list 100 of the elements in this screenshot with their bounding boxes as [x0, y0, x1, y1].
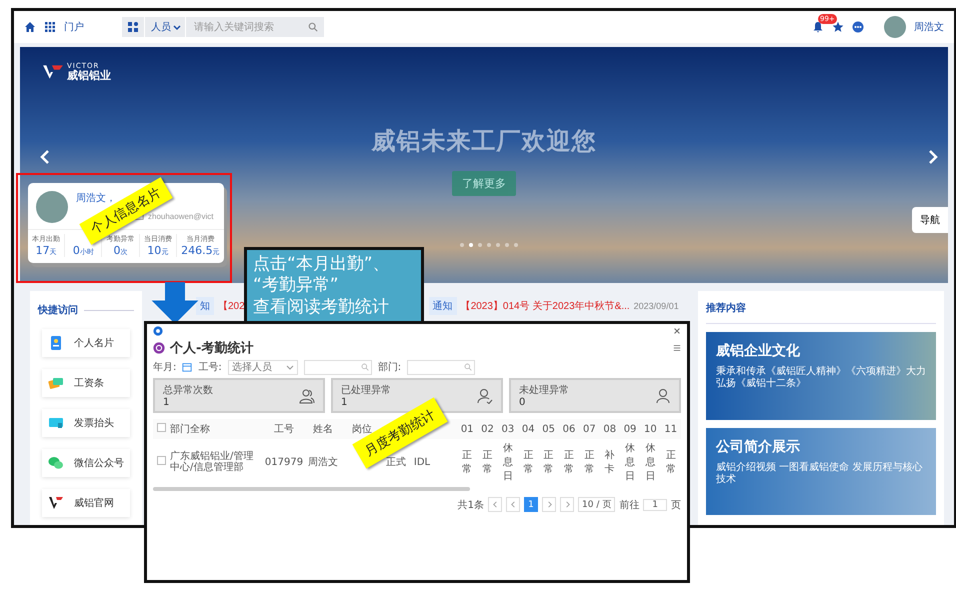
table-cell: IDL: [414, 456, 430, 468]
invoice-icon: [48, 415, 64, 431]
stat-label: 总异常次数: [163, 384, 213, 397]
column-header: 工号: [274, 424, 294, 435]
page-button[interactable]: 1: [524, 497, 538, 512]
column-header: 02: [481, 424, 494, 434]
column-header: 10: [644, 424, 657, 434]
total-count: 共1条: [458, 498, 484, 512]
previous-page-button[interactable]: [506, 497, 520, 512]
stat-value: 0: [519, 397, 526, 408]
star-icon[interactable]: [832, 21, 844, 33]
search-input[interactable]: 请输入关键词搜索: [192, 20, 308, 34]
user-check-icon: [477, 388, 493, 404]
table-cell: 休息日: [502, 443, 513, 482]
table-cell: 017979: [264, 456, 304, 468]
notice-link[interactable]: 【2023】014号 关于2023年中秋节&...: [460, 299, 630, 313]
carousel-dot[interactable]: [460, 243, 464, 247]
first-page-button[interactable]: [488, 497, 502, 512]
table-cell: 正常: [584, 450, 594, 475]
carousel-dot[interactable]: [487, 243, 491, 247]
card-title: 威铝企业文化: [716, 342, 801, 360]
user-name[interactable]: 周浩文: [914, 20, 944, 34]
table-cell: 休息日: [625, 443, 636, 482]
quick-access-item[interactable]: 工资条: [42, 369, 130, 397]
person-select[interactable]: 选择人员: [228, 360, 298, 374]
page-size-select[interactable]: 10 / 页: [578, 497, 616, 512]
users-icon: [299, 388, 315, 404]
carousel-dot[interactable]: [514, 243, 518, 247]
caret-icon: [286, 363, 294, 371]
navigation-button[interactable]: 导航: [912, 207, 948, 233]
down-arrow-icon: [150, 282, 200, 324]
callout-text: “考勤异常”: [253, 275, 340, 296]
search-icon[interactable]: [464, 363, 472, 371]
user-avatar[interactable]: [884, 16, 906, 38]
table-cell: 正常: [462, 450, 472, 475]
chat-icon: [48, 455, 64, 471]
last-page-button[interactable]: [560, 497, 574, 512]
column-header: 岗位: [352, 424, 372, 435]
column-header: 11: [664, 424, 678, 434]
table-cell: 正常: [666, 450, 676, 475]
next-page-button[interactable]: [542, 497, 556, 512]
page-number-field[interactable]: 1: [643, 498, 667, 510]
page-suffix: 页: [671, 498, 681, 512]
carousel-dot[interactable]: [505, 243, 509, 247]
bell-icon[interactable]: [812, 21, 824, 33]
learn-more-button[interactable]: 了解更多: [452, 171, 516, 196]
stat-label: 未处理异常: [519, 384, 569, 397]
row-checkbox[interactable]: [156, 456, 166, 465]
table-cell: 周浩文: [308, 457, 338, 468]
recommended-card[interactable]: 公司简介展示 威铝介绍视频 一图看威铝使命 发展历程与核心技术: [706, 428, 936, 515]
calendar-icon[interactable]: [182, 362, 192, 372]
column-header: 05: [542, 424, 555, 434]
filter-label: 工号:: [198, 361, 222, 374]
profile-name: 周浩文，: [76, 192, 116, 205]
quick-access-item[interactable]: 发票抬头: [42, 409, 130, 437]
recommended-card[interactable]: 威铝企业文化 秉承和传承《威铝匠人精神》《六项精进》大力弘扬《威铝十二条》: [706, 332, 936, 420]
column-header: 08: [603, 424, 616, 434]
column-header: 03: [502, 424, 514, 434]
card-subtitle: 威铝介绍视频 一图看威铝使命 发展历程与核心技术: [716, 462, 924, 486]
goto-label: 前往: [619, 498, 640, 512]
select-all-checkbox[interactable]: [156, 423, 166, 432]
callout-text: 查看阅读考勤统计: [253, 296, 390, 318]
stat-value: 1: [163, 397, 170, 408]
search-field[interactable]: [304, 360, 372, 374]
scrollbar-thumb[interactable]: [153, 487, 470, 491]
search-icon[interactable]: [308, 22, 318, 32]
more-icon[interactable]: [852, 21, 864, 33]
app-icon: [153, 326, 163, 336]
quick-access-item[interactable]: 威铝官网: [42, 489, 130, 517]
profile-avatar: [36, 191, 68, 223]
carousel-dot[interactable]: [478, 243, 482, 247]
card-subtitle: 秉承和传承《威铝匠人精神》《六项精进》大力弘扬《威铝十二条》: [716, 366, 926, 390]
department-field[interactable]: [407, 360, 476, 374]
callout-text: 点击“本月出勤”、: [253, 254, 391, 276]
attendance-icon: [153, 342, 165, 354]
search-icon[interactable]: [360, 363, 369, 371]
table-cell: 正常: [523, 450, 534, 475]
notice-tag: 通知: [428, 297, 457, 315]
apps-button[interactable]: [122, 17, 144, 37]
filter-label: 年月:: [153, 361, 176, 374]
quick-access-item[interactable]: 微信公众号: [42, 449, 130, 477]
search-field[interactable]: 请输入关键词搜索: [186, 17, 324, 37]
user-icon: [655, 388, 671, 404]
carousel-dot[interactable]: [469, 243, 473, 247]
carousel-dot[interactable]: [496, 243, 500, 247]
notice-date: 2023/09/01: [634, 301, 679, 311]
search-scope-dropdown[interactable]: 人员: [145, 17, 185, 37]
table-cell: 正常: [482, 450, 493, 475]
grid-menu-icon[interactable]: [44, 21, 56, 33]
column-header: 01: [460, 424, 474, 434]
chevron-left-icon: [510, 501, 517, 508]
notice-link[interactable]: 【202: [218, 299, 245, 313]
quick-access-item[interactable]: 个人名片: [42, 329, 130, 357]
list-menu-icon[interactable]: [673, 344, 681, 352]
portal-menu-link[interactable]: 门户: [64, 20, 84, 34]
home-icon[interactable]: [24, 21, 36, 33]
column-header: 04: [522, 424, 535, 434]
close-icon[interactable]: [673, 327, 681, 335]
chevron-right-icon: [546, 501, 553, 508]
table-cell: 正常: [564, 450, 574, 475]
